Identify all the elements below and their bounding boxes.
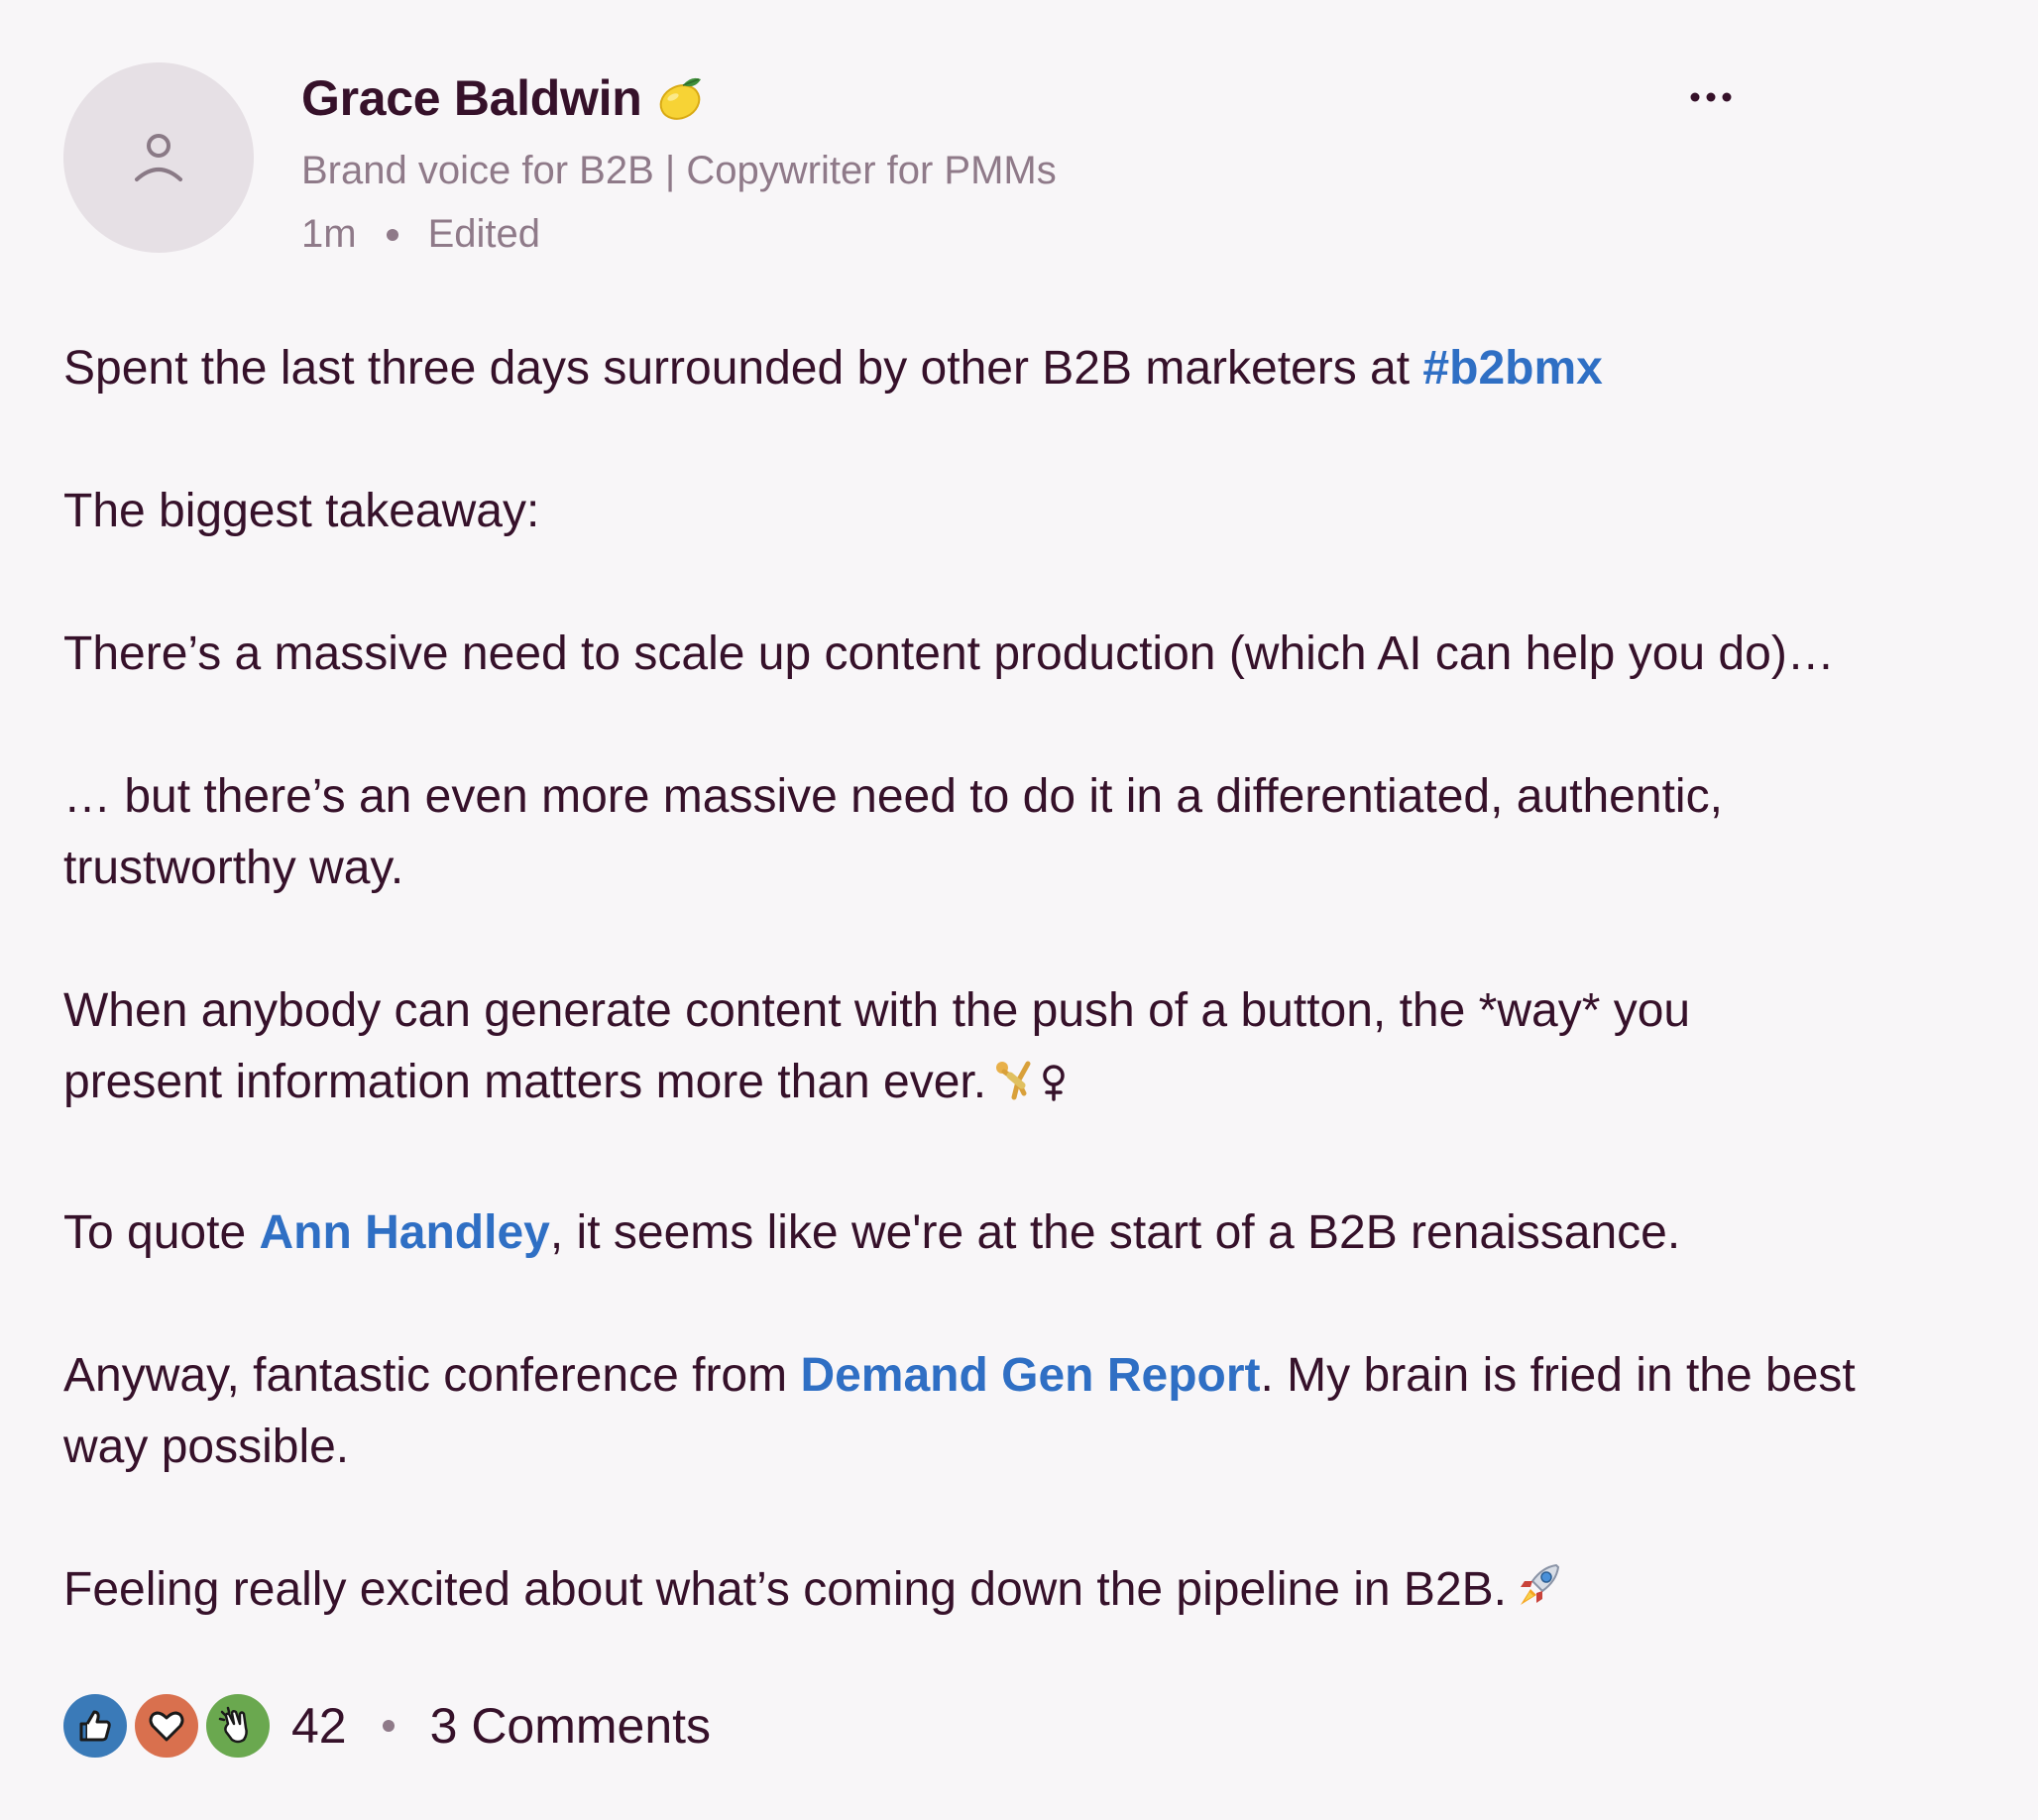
hashtag-link[interactable]: #b2bmx (1422, 342, 1602, 395)
comments-link[interactable]: 3 Comments (430, 1697, 711, 1755)
post-paragraph: Spent the last three days surrounded by … (63, 333, 1986, 404)
post-text: present information matters more than ev… (63, 1056, 987, 1108)
reactions-group[interactable] (63, 1694, 278, 1758)
separator-dot (382, 1720, 395, 1732)
love-reaction (135, 1694, 198, 1758)
post-text: There’s a massive need to scale up conte… (63, 627, 1835, 680)
post-text: Feeling really excited about what’s comi… (63, 1563, 1507, 1616)
mention-link[interactable]: Demand Gen Report (800, 1349, 1260, 1402)
clapping-hands-icon (218, 1706, 248, 1744)
post-paragraph: … but there’s an even more massive need … (63, 761, 1986, 904)
author-name-row: Grace Baldwin (301, 63, 707, 133)
post-time: 1m (301, 212, 357, 256)
post-paragraph: The biggest takeaway: (63, 476, 1986, 547)
post-footer: 42 3 Comments (63, 1693, 711, 1759)
mention-link[interactable]: Ann Handley (259, 1206, 549, 1259)
post-meta: 1m Edited (301, 212, 540, 257)
lemon-emoji (653, 71, 707, 125)
avatar[interactable] (63, 62, 254, 253)
more-options-button[interactable] (1681, 69, 1741, 125)
thumbs-up-icon (79, 1710, 111, 1742)
post-paragraph: Feeling really excited about what’s comi… (63, 1554, 1986, 1634)
post-text: Anyway, fantastic conference from (63, 1349, 801, 1402)
post-body: Spent the last three days surrounded by … (63, 333, 1986, 1634)
post-text: When anybody can generate content with t… (63, 984, 1691, 1037)
post-text: way possible. (63, 1421, 350, 1473)
ellipsis-icon (1690, 92, 1732, 102)
woman-cartwheeling-emoji (992, 1054, 1070, 1126)
feed-post: Grace Baldwin Brand voice for B2B | Copy… (0, 0, 2038, 1820)
post-text: , it seems like we're at the start of a … (549, 1206, 1681, 1259)
reaction-count[interactable]: 42 (291, 1697, 347, 1755)
author-name[interactable]: Grace Baldwin (301, 69, 642, 127)
author-headline: Brand voice for B2B | Copywriter for PMM… (301, 149, 1057, 192)
post-paragraph: When anybody can generate content with t… (63, 975, 1986, 1126)
rocket-emoji (1513, 1559, 1568, 1634)
like-reaction (63, 1694, 127, 1758)
post-text: … but there’s an even more massive need … (63, 770, 1723, 823)
celebrate-reaction (206, 1694, 270, 1758)
person-icon (135, 134, 182, 181)
edited-label: Edited (427, 212, 540, 256)
post-text: Spent the last three days surrounded by … (63, 342, 1423, 395)
post-text: . My brain is fried in the best (1260, 1349, 1856, 1402)
post-paragraph: Anyway, fantastic conference from Demand… (63, 1340, 1986, 1483)
separator-dot (386, 228, 398, 241)
post-paragraph: There’s a massive need to scale up conte… (63, 619, 1986, 690)
post-text: The biggest takeaway: (63, 485, 540, 537)
post-text: trustworthy way. (63, 842, 404, 894)
post-paragraph: To quote Ann Handley, it seems like we'r… (63, 1197, 1986, 1269)
post-text: To quote (63, 1206, 260, 1259)
heart-icon (149, 1711, 184, 1742)
